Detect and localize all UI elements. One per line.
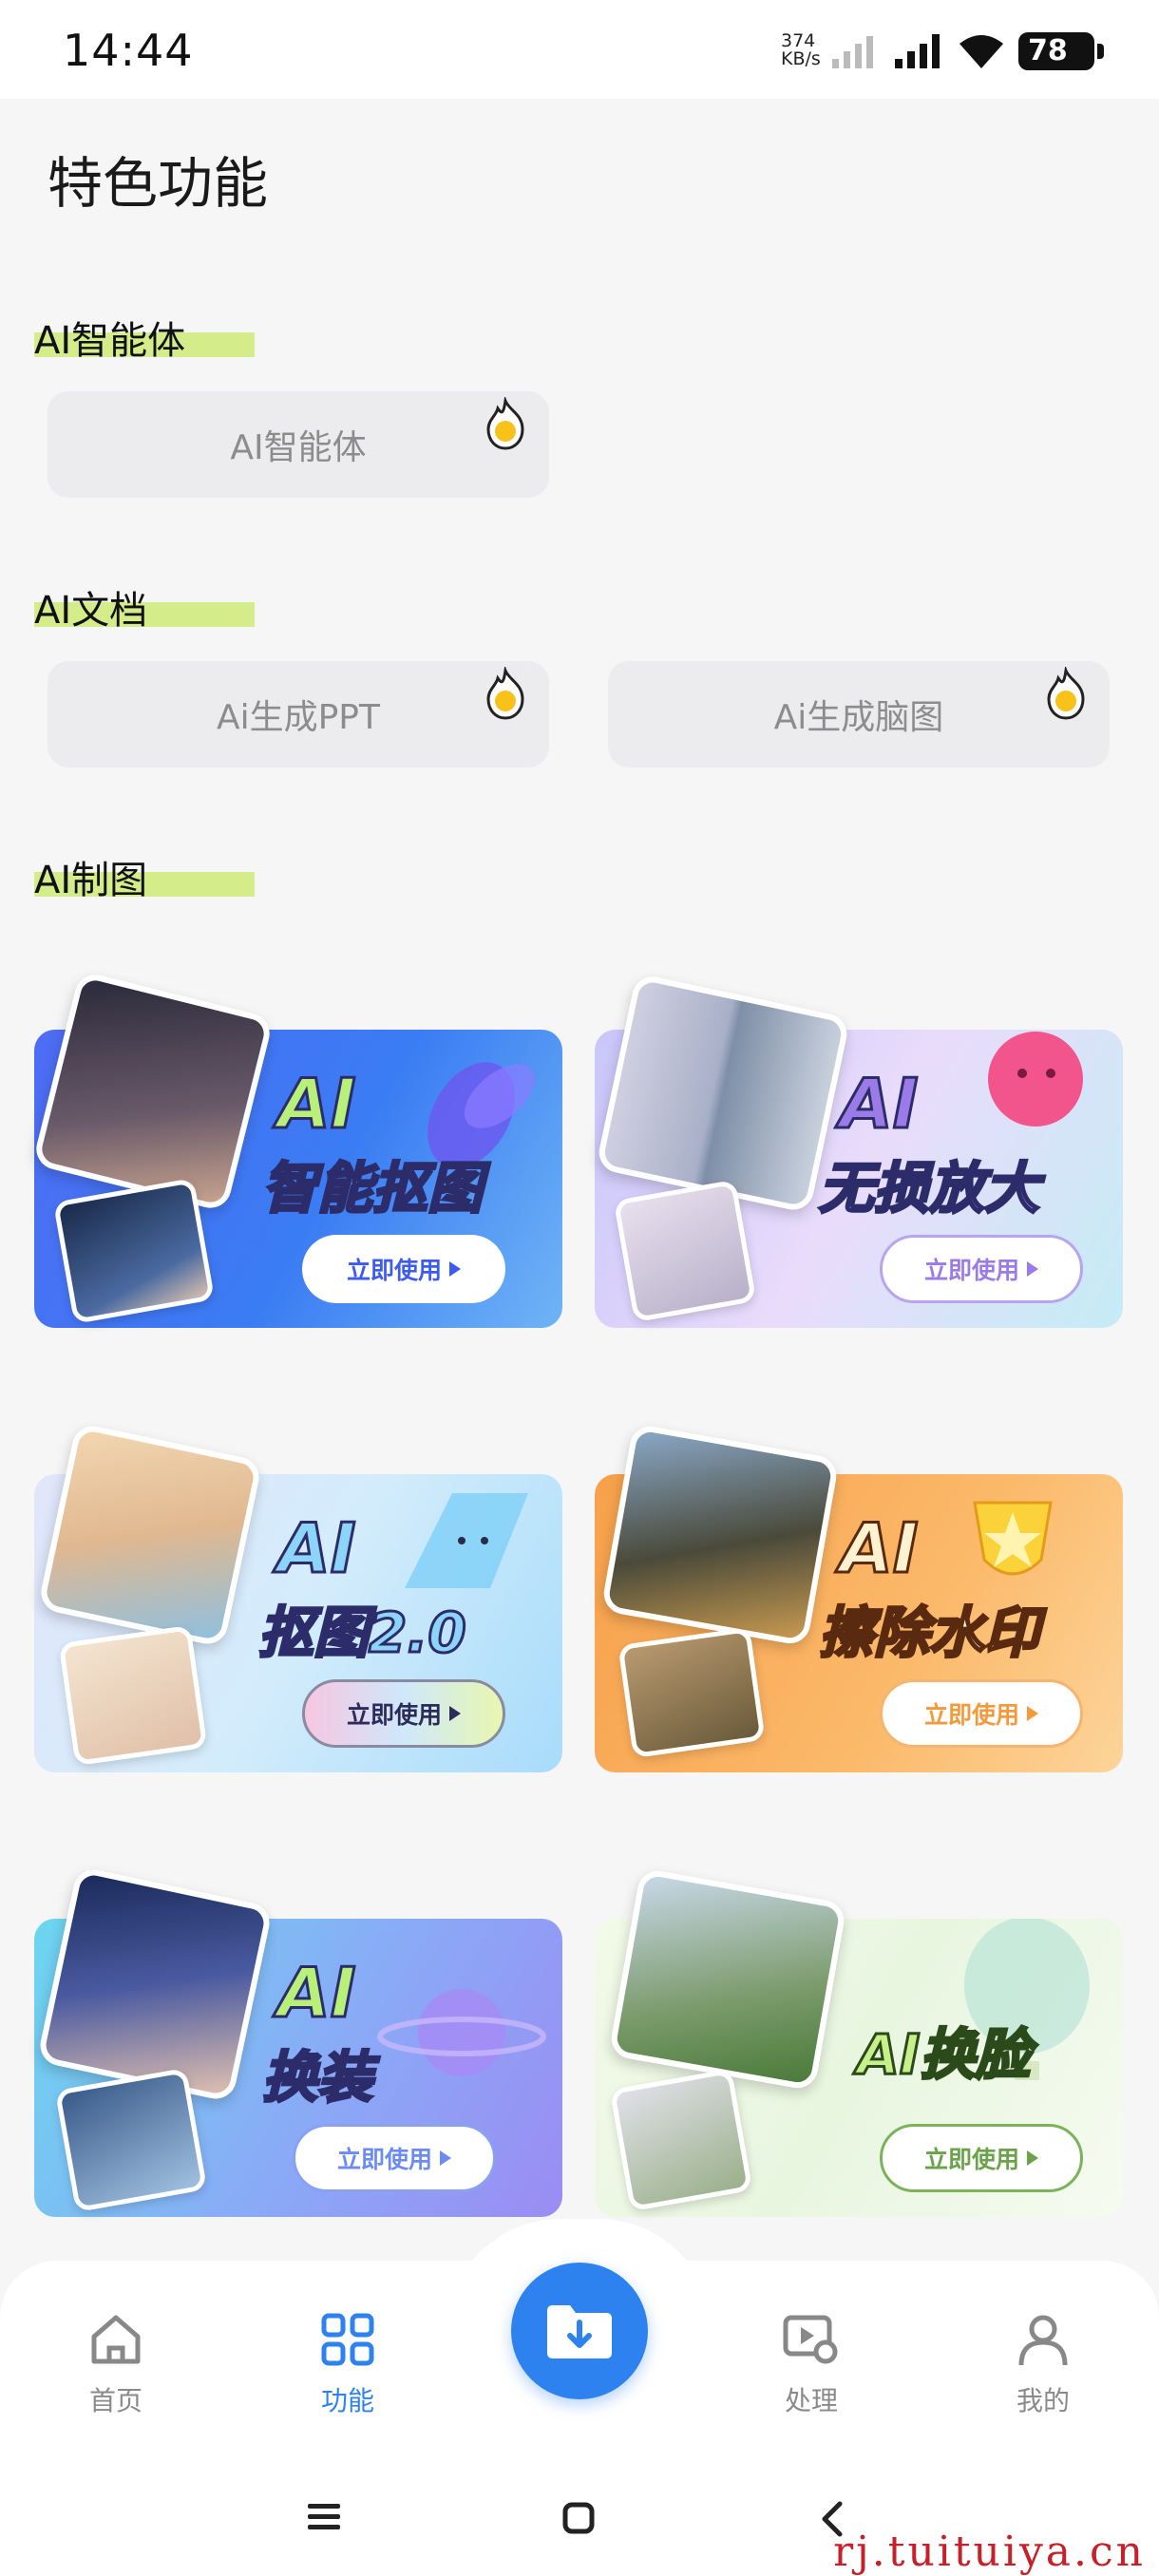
section-title-drawing: AI制图 [34,859,148,902]
folder-download-icon [547,2305,612,2358]
menu-icon[interactable] [306,2500,344,2534]
portrait-thumbnail [54,2067,208,2213]
system-navigation-bar: rj.tuituiya.cn [0,2460,1159,2576]
before-after-thumbnail [613,1179,757,1323]
watermark-text: rj.tuituiya.cn [833,2528,1146,2576]
card-lossless-upscale[interactable]: AI 无损放大 立即使用 [595,973,1123,1328]
landscape-thumbnail [618,1626,766,1759]
tab-features[interactable]: 功能 [291,2310,405,2418]
portrait-photo [36,1866,274,2103]
card-face-swap[interactable]: AI换脸 立即使用 [595,1867,1123,2217]
use-now-button[interactable]: 立即使用 [293,2124,496,2192]
tab-mine[interactable]: 我的 [986,2310,1100,2418]
use-now-button[interactable]: 立即使用 [880,1235,1083,1303]
use-now-button[interactable]: 立即使用 [302,1679,505,1748]
card-outfit-change[interactable]: AI 换装 立即使用 [34,1866,562,2217]
center-download-button[interactable] [511,2263,648,2399]
play-arrow-icon [449,1261,461,1277]
section-title-agent: AI智能体 [34,319,186,363]
tab-process-label: 处理 [784,2385,838,2416]
ai-mindmap-button[interactable]: Ai生成脑图 [608,661,1110,767]
tab-mine-label: 我的 [1016,2385,1070,2416]
home-square-icon[interactable] [560,2500,598,2538]
hot-flame-icon [486,397,524,450]
hot-flame-icon [486,667,524,720]
card-title-ai: AI [839,1507,920,1590]
video-settings-icon [783,2315,838,2364]
planet-decoration [377,1989,546,2076]
tab-home[interactable]: 首页 [59,2310,173,2418]
hot-flame-icon [1047,667,1085,720]
tab-features-label: 功能 [320,2385,374,2416]
tab-process[interactable]: 处理 [754,2310,868,2418]
play-arrow-icon [449,1706,461,1721]
card-title-ai: AI [276,1952,357,2035]
battery-indicator: 78 [1018,32,1104,70]
signal-weak-icon [832,36,873,68]
net-speed: 374 KB/s [781,30,821,69]
ai-ppt-label: Ai生成PPT [216,698,381,737]
landscape-photo [600,1423,840,1647]
play-arrow-icon [1027,1706,1038,1721]
ai-agent-label: AI智能体 [230,428,367,467]
page-title: 特色功能 [48,151,269,216]
portrait-thumbnail [52,1177,216,1325]
card-smart-cutout[interactable]: AI 智能抠图 立即使用 [31,970,562,1328]
status-time: 14:44 [63,25,194,76]
play-arrow-icon [1027,1261,1038,1277]
wifi-icon [960,35,1003,68]
card-title-ai: AI [276,1507,357,1590]
portrait-thumbnail [58,1624,208,1767]
person-icon [1018,2315,1068,2366]
face-swap-thumbnail [609,2068,753,2212]
tab-home-label: 首页 [88,2385,142,2416]
card-title: 智能抠图 [260,1155,484,1222]
use-now-button[interactable]: 立即使用 [880,2124,1083,2192]
signal-strong-icon [895,34,940,68]
grid-icon [321,2313,374,2366]
face-swap-photo [608,1867,847,2092]
card-title: 无损放大 [817,1155,1040,1222]
card-cutout-2[interactable]: AI 抠图2.0 立即使用 [34,1422,562,1772]
use-now-button[interactable]: 立即使用 [302,1235,505,1303]
blob-decoration [988,1032,1083,1127]
card-title-ai: AI [839,1063,920,1146]
home-icon [91,2315,141,2364]
play-arrow-icon [1027,2150,1038,2166]
card-title-ai: AI [276,1063,357,1146]
card-title: 抠图2.0 [257,1600,468,1667]
card-title: 换装 [260,2044,373,2112]
play-arrow-icon [440,2150,451,2166]
card-remove-watermark[interactable]: AI 擦除水印 立即使用 [595,1423,1123,1772]
ai-mindmap-label: Ai生成脑图 [773,698,944,737]
status-bar: 14:44 374 KB/s 78 [0,0,1159,99]
card-title: AI换脸 [855,2021,1031,2089]
card-title: 擦除水印 [817,1600,1040,1667]
ai-agent-button[interactable]: AI智能体 [48,391,549,498]
portrait-photo [37,1422,263,1648]
ai-ppt-button[interactable]: Ai生成PPT [48,661,549,767]
section-title-docs: AI文档 [34,589,148,633]
use-now-button[interactable]: 立即使用 [880,1679,1083,1748]
